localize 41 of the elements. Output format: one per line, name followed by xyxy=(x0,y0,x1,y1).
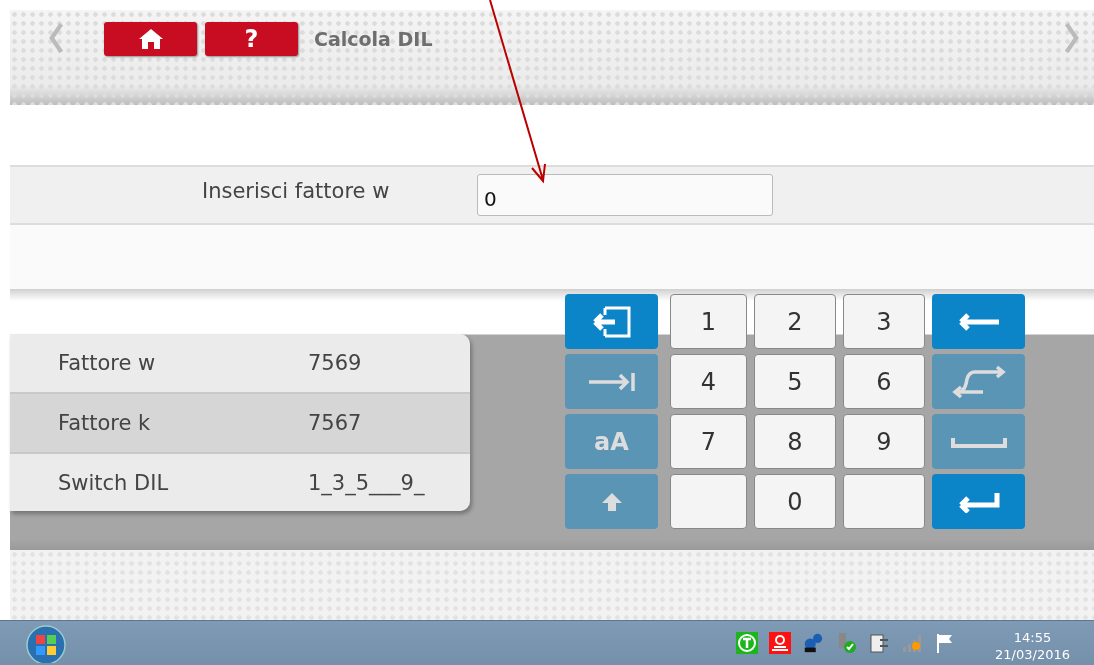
back-chevron-icon[interactable] xyxy=(48,22,64,54)
input-label: Inserisci fattore w xyxy=(202,179,391,203)
digit-key[interactable]: 7 xyxy=(670,414,747,469)
page-title: Calcola DIL xyxy=(314,27,433,52)
exit-icon xyxy=(590,304,633,339)
info-label: Fattore w xyxy=(58,351,157,375)
info-value: 1_3_5___9_ xyxy=(308,470,425,495)
home-icon xyxy=(137,28,164,50)
space-icon xyxy=(950,435,1007,448)
home-button[interactable] xyxy=(104,22,197,56)
left-arrow-icon xyxy=(956,311,1001,332)
up-arrow-icon xyxy=(600,491,623,512)
info-value: 7569 xyxy=(308,351,362,375)
digit-key[interactable]: 9 xyxy=(843,414,925,469)
info-value: 7567 xyxy=(308,411,362,435)
digit-key[interactable]: 8 xyxy=(754,414,836,469)
blank-key[interactable] xyxy=(670,474,747,529)
clock-date: 21/03/2016 xyxy=(995,646,1070,663)
help-button[interactable]: ? xyxy=(205,22,298,56)
clock-time: 14:55 xyxy=(1013,629,1052,646)
enter-icon xyxy=(956,490,1001,513)
enter-key[interactable] xyxy=(932,474,1025,529)
webcam-icon[interactable] xyxy=(769,632,792,654)
exit-key[interactable] xyxy=(565,294,658,349)
digit-key[interactable]: 4 xyxy=(670,354,747,409)
tab-icon xyxy=(586,370,637,393)
digit-key[interactable]: 6 xyxy=(843,354,925,409)
forward-chevron-icon[interactable] xyxy=(1064,22,1080,54)
digit-key[interactable]: 3 xyxy=(843,294,925,349)
digit-key[interactable]: 0 xyxy=(754,474,836,529)
input-field[interactable]: 0 xyxy=(477,174,773,216)
t-badge-icon[interactable] xyxy=(736,632,759,654)
info-label: Switch DIL xyxy=(58,470,170,495)
blank-key[interactable] xyxy=(843,474,925,529)
digit-key[interactable]: 1 xyxy=(670,294,747,349)
power-plug-icon[interactable] xyxy=(868,632,891,654)
info-label: Fattore k xyxy=(58,411,152,435)
digit-key[interactable]: 5 xyxy=(754,354,836,409)
backspace-key[interactable] xyxy=(932,294,1025,349)
digit-key[interactable]: 2 xyxy=(754,294,836,349)
swap-icon xyxy=(950,364,1007,399)
